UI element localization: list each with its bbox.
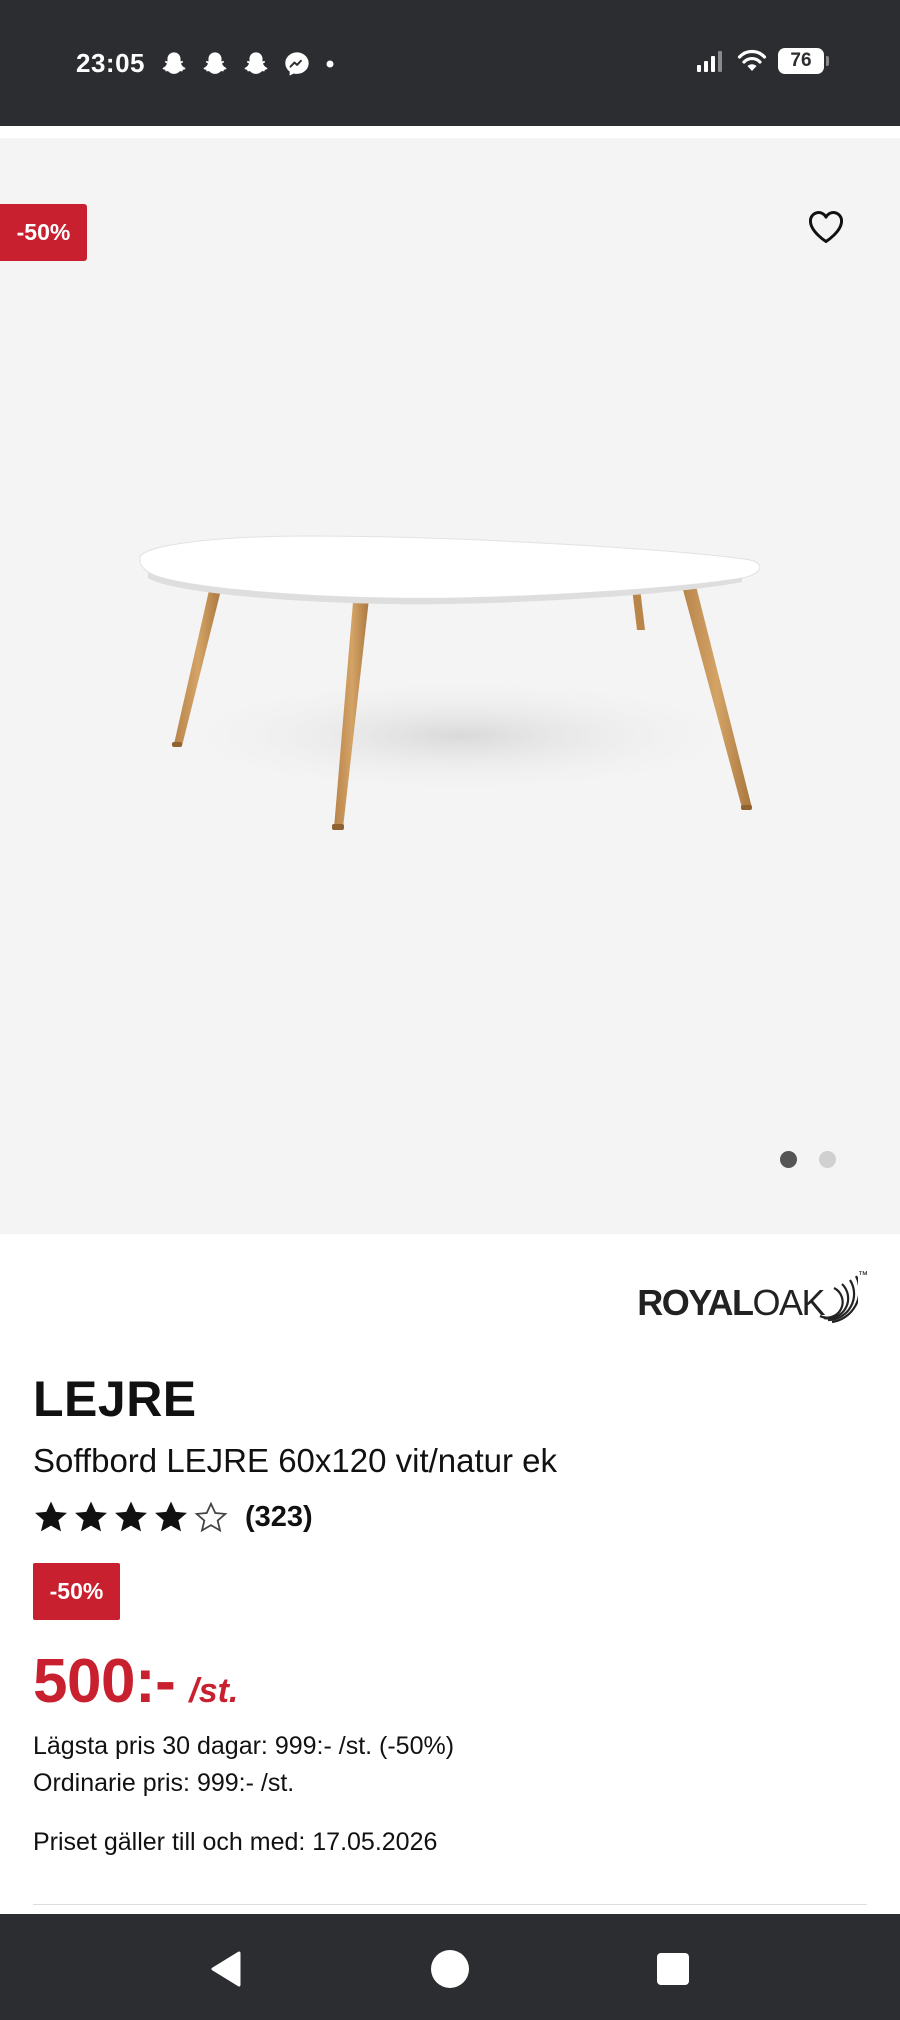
star-filled-icon bbox=[115, 1501, 147, 1532]
discount-badge: -50% bbox=[0, 204, 87, 261]
product-image-gallery[interactable]: -50% bbox=[0, 138, 900, 1234]
back-triangle-icon bbox=[211, 1951, 241, 1987]
nav-home-button[interactable] bbox=[425, 1944, 475, 1994]
system-navigation-bar bbox=[0, 1914, 900, 2020]
brand-logo-oak: OAK bbox=[752, 1282, 825, 1323]
rating-stars bbox=[33, 1500, 229, 1534]
review-count[interactable]: (323) bbox=[245, 1501, 313, 1534]
brand-logo: ROYAL OAK ™ bbox=[637, 1268, 868, 1324]
star-filled-icon bbox=[155, 1501, 187, 1532]
brand-arcs-icon bbox=[819, 1275, 858, 1324]
pagination-dot[interactable] bbox=[819, 1151, 836, 1168]
wifi-icon bbox=[737, 49, 767, 71]
favorite-button[interactable] bbox=[804, 204, 848, 248]
signal-icon bbox=[697, 51, 722, 72]
status-bar: 23:05 76 bbox=[0, 0, 900, 126]
star-filled-icon bbox=[75, 1501, 107, 1532]
price: 500:- /st. bbox=[33, 1646, 238, 1717]
more-dot-icon bbox=[326, 60, 334, 68]
product-image bbox=[139, 535, 761, 830]
price-unit: /st. bbox=[189, 1672, 239, 1710]
star-filled-icon bbox=[35, 1501, 67, 1532]
snapchat-icon bbox=[203, 52, 227, 74]
price-discount-badge: -50% bbox=[33, 1563, 120, 1620]
pagination-dot-active[interactable] bbox=[780, 1151, 797, 1168]
nav-back-button[interactable] bbox=[200, 1944, 250, 1994]
battery-indicator: 76 bbox=[778, 48, 829, 74]
status-right: 76 bbox=[696, 48, 829, 74]
star-empty-icon bbox=[194, 1501, 228, 1533]
nav-recents-button[interactable] bbox=[648, 1944, 698, 1994]
divider bbox=[33, 1904, 867, 1905]
messenger-icon bbox=[285, 52, 309, 76]
brand-trademark: ™ bbox=[858, 1270, 868, 1281]
product-name: LEJRE bbox=[33, 1371, 197, 1427]
snapchat-icon bbox=[244, 52, 268, 74]
heart-icon bbox=[808, 211, 844, 244]
gallery-pagination[interactable] bbox=[780, 1151, 836, 1168]
price-valid-until: Priset gäller till och med: 17.05.2026 bbox=[33, 1828, 438, 1856]
recents-square-icon bbox=[657, 1953, 689, 1985]
lowest-price-30-days: Lägsta pris 30 dagar: 999:- /st. (-50%) bbox=[33, 1732, 455, 1760]
product-rating[interactable]: (323) bbox=[33, 1500, 313, 1534]
price-amount: 500:- bbox=[33, 1647, 176, 1716]
regular-price: Ordinarie pris: 999:- /st. bbox=[33, 1769, 295, 1797]
brand-logo-royal: ROYAL bbox=[637, 1282, 754, 1323]
snapchat-icon bbox=[162, 52, 186, 74]
product-description: Soffbord LEJRE 60x120 vit/natur ek bbox=[33, 1442, 558, 1479]
notification-icons bbox=[160, 50, 336, 78]
home-circle-icon bbox=[431, 1950, 469, 1988]
status-time: 23:05 bbox=[76, 48, 145, 78]
